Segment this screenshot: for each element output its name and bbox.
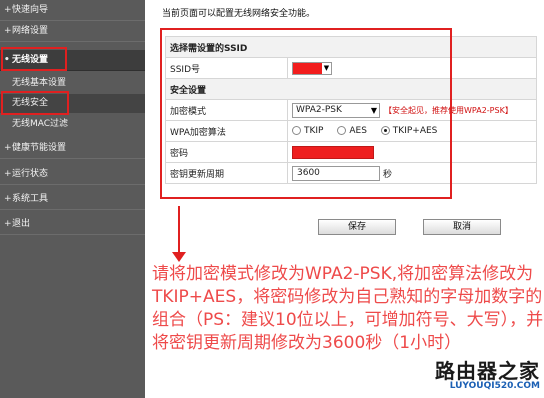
watermark-url: LUYOUQI520.COM — [449, 381, 540, 391]
radio-tkip-label: TKIP — [304, 125, 324, 136]
sidebar-item-label: 运行状态 — [12, 169, 49, 179]
radio-tkip-aes[interactable] — [380, 126, 390, 136]
security-settings-table: 选择需设置的SSID SSID号 ▼ 安全设置 加密模式 WPA2-PSK ▼ 【安… — [165, 36, 537, 184]
sidebar-item-power-saving[interactable]: + 健康节能设置 — [0, 138, 145, 159]
sidebar-item-quick-setup[interactable]: + 快速向导 — [0, 0, 145, 21]
encryption-mode-label: 加密模式 — [165, 99, 288, 121]
watermark-logo: 路由器之家 — [435, 359, 540, 383]
key-period-label: 密钥更新周期 — [165, 162, 288, 184]
save-button[interactable]: 保存 — [318, 219, 396, 235]
expand-icon: + — [4, 194, 12, 204]
key-period-unit: 秒 — [383, 169, 393, 180]
watermark: 路由器之家 LUYOUQI520.COM — [428, 355, 542, 395]
ssid-select[interactable]: ▼ — [292, 61, 332, 75]
ssid-label: SSID号 — [165, 57, 288, 79]
expand-icon: + — [4, 169, 12, 179]
expand-icon: + — [4, 26, 12, 36]
radio-tkip-aes-label: TKIP+AES — [392, 125, 438, 136]
encryption-mode-select[interactable]: WPA2-PSK ▼ — [292, 102, 380, 118]
sidebar-item-label: 健康节能设置 — [12, 143, 67, 153]
cancel-button[interactable]: 取消 — [423, 219, 501, 235]
sidebar-subitem-label: 无线基本设置 — [12, 78, 67, 88]
expand-icon: + — [4, 219, 12, 229]
section-title-security: 安全设置 — [165, 78, 537, 100]
sidebar-item-status[interactable]: + 运行状态 — [0, 164, 145, 185]
sidebar-item-label: 快速向导 — [12, 5, 49, 15]
sidebar-item-system-tools[interactable]: + 系统工具 — [0, 189, 145, 210]
sidebar-subitem-label: 无线MAC过滤 — [12, 119, 69, 129]
radio-tkip[interactable] — [292, 126, 301, 136]
password-label: 密码 — [165, 141, 288, 163]
arrow-shaft — [178, 206, 180, 254]
sidebar-item-label: 无线设置 — [12, 55, 49, 65]
instruction-text: 请将加密模式修改为WPA2-PSK,将加密算法修改为TKIP+AES，将密码修改… — [152, 264, 544, 353]
sidebar: + 快速向导 + 网络设置 • 无线设置 无线基本设置 无线安全 无线MAC过滤 + 健… — [0, 0, 145, 398]
page-description: 当前页面可以配置无线网络安全功能。 — [162, 9, 316, 19]
radio-aes-label: AES — [349, 125, 367, 136]
chevron-down-icon: ▼ — [370, 105, 377, 115]
sidebar-item-logout[interactable]: + 退出 — [0, 214, 145, 235]
wpa-algorithm-label: WPA加密算法 — [165, 120, 288, 142]
sidebar-subitem-wireless-basic[interactable]: 无线基本设置 — [0, 74, 145, 93]
sidebar-subitem-wireless-security[interactable]: 无线安全 — [0, 94, 145, 113]
sidebar-item-label: 网络设置 — [12, 26, 49, 36]
sidebar-item-network[interactable]: + 网络设置 — [0, 21, 145, 42]
sidebar-item-label: 退出 — [12, 219, 31, 229]
section-title-ssid: 选择需设置的SSID — [165, 36, 537, 58]
encryption-mode-hint: 【安全起见，推荐使用WPA2-PSK】 — [384, 105, 513, 115]
chevron-down-icon: ▼ — [322, 62, 331, 74]
radio-aes[interactable] — [337, 126, 347, 136]
sidebar-subitem-mac-filter[interactable]: 无线MAC过滤 — [0, 115, 145, 134]
arrow-down-icon — [172, 252, 186, 262]
key-period-input[interactable]: 3600 — [292, 165, 380, 181]
sidebar-subitem-label: 无线安全 — [12, 98, 49, 108]
sidebar-item-label: 系统工具 — [12, 194, 49, 204]
expand-icon: + — [4, 5, 12, 15]
collapse-icon: • — [4, 55, 10, 65]
expand-icon: + — [4, 143, 12, 153]
password-field[interactable] — [292, 145, 374, 159]
sidebar-item-wireless[interactable]: • 无线设置 — [0, 50, 145, 71]
encryption-mode-value: WPA2-PSK — [296, 104, 342, 115]
